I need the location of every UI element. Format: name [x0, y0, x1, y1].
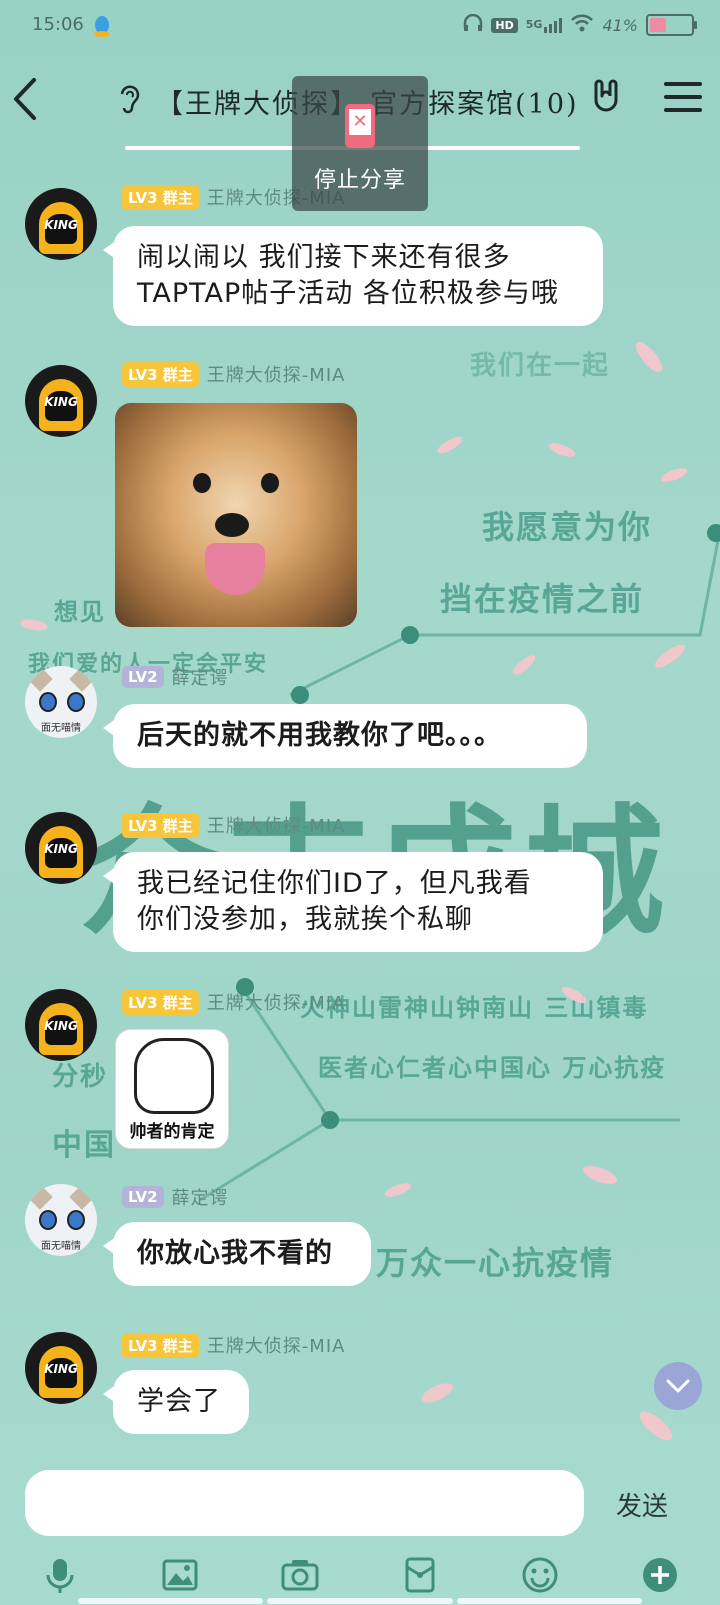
signal-icon: 5G [525, 17, 563, 33]
message: 面无喵情 LV2 薛定谔 后天的就不用我教你了吧。。。 [0, 660, 720, 780]
message-line: 你们没参加，我就挨个私聊 [137, 904, 473, 935]
sticker-caption: 帅者的肯定 [129, 1122, 215, 1142]
network-type: 5G [525, 17, 543, 31]
chevron-down-icon [666, 1379, 690, 1393]
message-line: TAPTAP帖子活动 各位积极参与哦 [137, 278, 559, 309]
battery-icon [646, 14, 697, 36]
message-bubble[interactable]: 闹以闹以 我们接下来还有很多 TAPTAP帖子活动 各位积极参与哦 [103, 226, 603, 326]
bottom-indicator [78, 1598, 642, 1604]
message-bubble[interactable]: 你放心我不看的 [103, 1222, 371, 1286]
wifi-icon [570, 14, 594, 36]
input-area: 发送 [0, 1450, 720, 1605]
avatar[interactable]: KING [25, 989, 97, 1061]
sender-line: LV3 群主 王牌大侦探-MIA [122, 812, 345, 838]
bear-sticker[interactable]: 帅者的肯定 [115, 1029, 229, 1149]
menu-icon-bar [664, 82, 702, 86]
sender-line: LV3 群主 王牌大侦探-MIA [122, 1332, 345, 1358]
emoji-icon[interactable] [518, 1553, 562, 1597]
sender-line: LV2 薛定谔 [122, 664, 229, 690]
avatar[interactable]: KING [25, 1332, 97, 1404]
stop-share-label: 停止分享 [313, 168, 406, 193]
sender-name: 王牌大侦探-MIA [206, 993, 346, 1014]
level-badge: LV3 群主 [122, 812, 199, 838]
scroll-down-button[interactable] [654, 1362, 702, 1410]
headphones-icon [463, 13, 483, 36]
sender-line: LV3 群主 王牌大侦探-MIA [122, 989, 345, 1015]
avatar[interactable]: 面无喵情 [25, 1184, 97, 1256]
status-bar: 15:06 HD 5G 41% [0, 0, 720, 52]
avatar-caption: 面无喵情 [41, 723, 81, 734]
message: 面无喵情 LV2 薛定谔 你放心我不看的 [0, 1180, 720, 1300]
message-line: 你放心我不看的 [137, 1238, 333, 1269]
avatar[interactable]: 面无喵情 [25, 666, 97, 738]
camera-icon[interactable] [278, 1553, 322, 1597]
microphone-icon[interactable] [38, 1553, 82, 1597]
message: KING LV3 群主 王牌大侦探-MIA 我已经记住你们ID了，但凡我看 你们… [0, 808, 720, 958]
sender-name: 薛定谔 [171, 1188, 229, 1209]
sender-name: 薛定谔 [171, 668, 229, 689]
battery-text: 41% [602, 15, 638, 35]
status-time: 15:06 [32, 14, 84, 35]
back-button[interactable] [8, 74, 48, 124]
message-bubble[interactable]: 我已经记住你们ID了，但凡我看 你们没参加，我就挨个私聊 [103, 852, 603, 952]
message: KING LV3 群主 王牌大侦探-MIA [0, 355, 720, 627]
message-line: 后天的就不用我教你了吧。。。 [137, 720, 502, 751]
sender-name: 王牌大侦探-MIA [206, 816, 346, 837]
sender-name: 王牌大侦探-MIA [206, 365, 346, 386]
stop-mark: ✕ [349, 109, 371, 135]
corgi-photo[interactable] [115, 403, 357, 627]
qq-icon [92, 15, 112, 42]
image-icon[interactable] [158, 1553, 202, 1597]
message: KING LV3 群主 王牌大侦探-MIA 帅者的肯定 [0, 985, 720, 1150]
message-line: 学会了 [137, 1386, 221, 1417]
message: KING LV3 群主 王牌大侦探-MIA 学会了 [0, 1330, 720, 1450]
sender-line: LV3 群主 王牌大侦探-MIA [122, 361, 345, 387]
rock-hand-icon[interactable] [588, 78, 624, 123]
message-line: 闹以闹以 我们接下来还有很多 [137, 242, 511, 273]
input-toolbar [0, 1553, 720, 1603]
menu-icon-bar [664, 95, 702, 99]
avatar[interactable]: KING [25, 812, 97, 884]
phone-stop-icon: ✕ [345, 104, 375, 148]
level-badge: LV2 [122, 1186, 164, 1208]
avatar[interactable]: KING [25, 365, 97, 437]
status-icons: HD 5G 41% [463, 13, 697, 36]
sender-name: 王牌大侦探-MIA [206, 1336, 346, 1357]
hd-badge: HD [491, 17, 518, 33]
menu-button[interactable] [664, 82, 702, 116]
level-badge: LV3 群主 [122, 989, 199, 1015]
message-input[interactable] [25, 1470, 584, 1536]
message-bubble[interactable]: 学会了 [103, 1370, 249, 1434]
stop-share-overlay[interactable]: ✕ 停止分享 [292, 76, 428, 211]
sender-line: LV2 薛定谔 [122, 1184, 229, 1210]
ear-icon[interactable] [116, 82, 142, 121]
plus-icon[interactable] [638, 1553, 682, 1597]
back-chevron-icon [14, 78, 36, 120]
level-badge: LV3 群主 [122, 361, 199, 387]
level-badge: LV3 群主 [122, 184, 199, 210]
level-badge: LV3 群主 [122, 1332, 199, 1358]
red-packet-icon[interactable] [398, 1553, 442, 1597]
level-badge: LV2 [122, 666, 164, 688]
avatar-caption: 面无喵情 [41, 1241, 81, 1252]
message-line: 我已经记住你们ID了，但凡我看 [137, 868, 532, 899]
send-button[interactable]: 发送 [616, 1486, 668, 1523]
avatar[interactable]: KING [25, 188, 97, 260]
menu-icon-bar [664, 108, 702, 112]
message-bubble[interactable]: 后天的就不用我教你了吧。。。 [103, 704, 587, 768]
